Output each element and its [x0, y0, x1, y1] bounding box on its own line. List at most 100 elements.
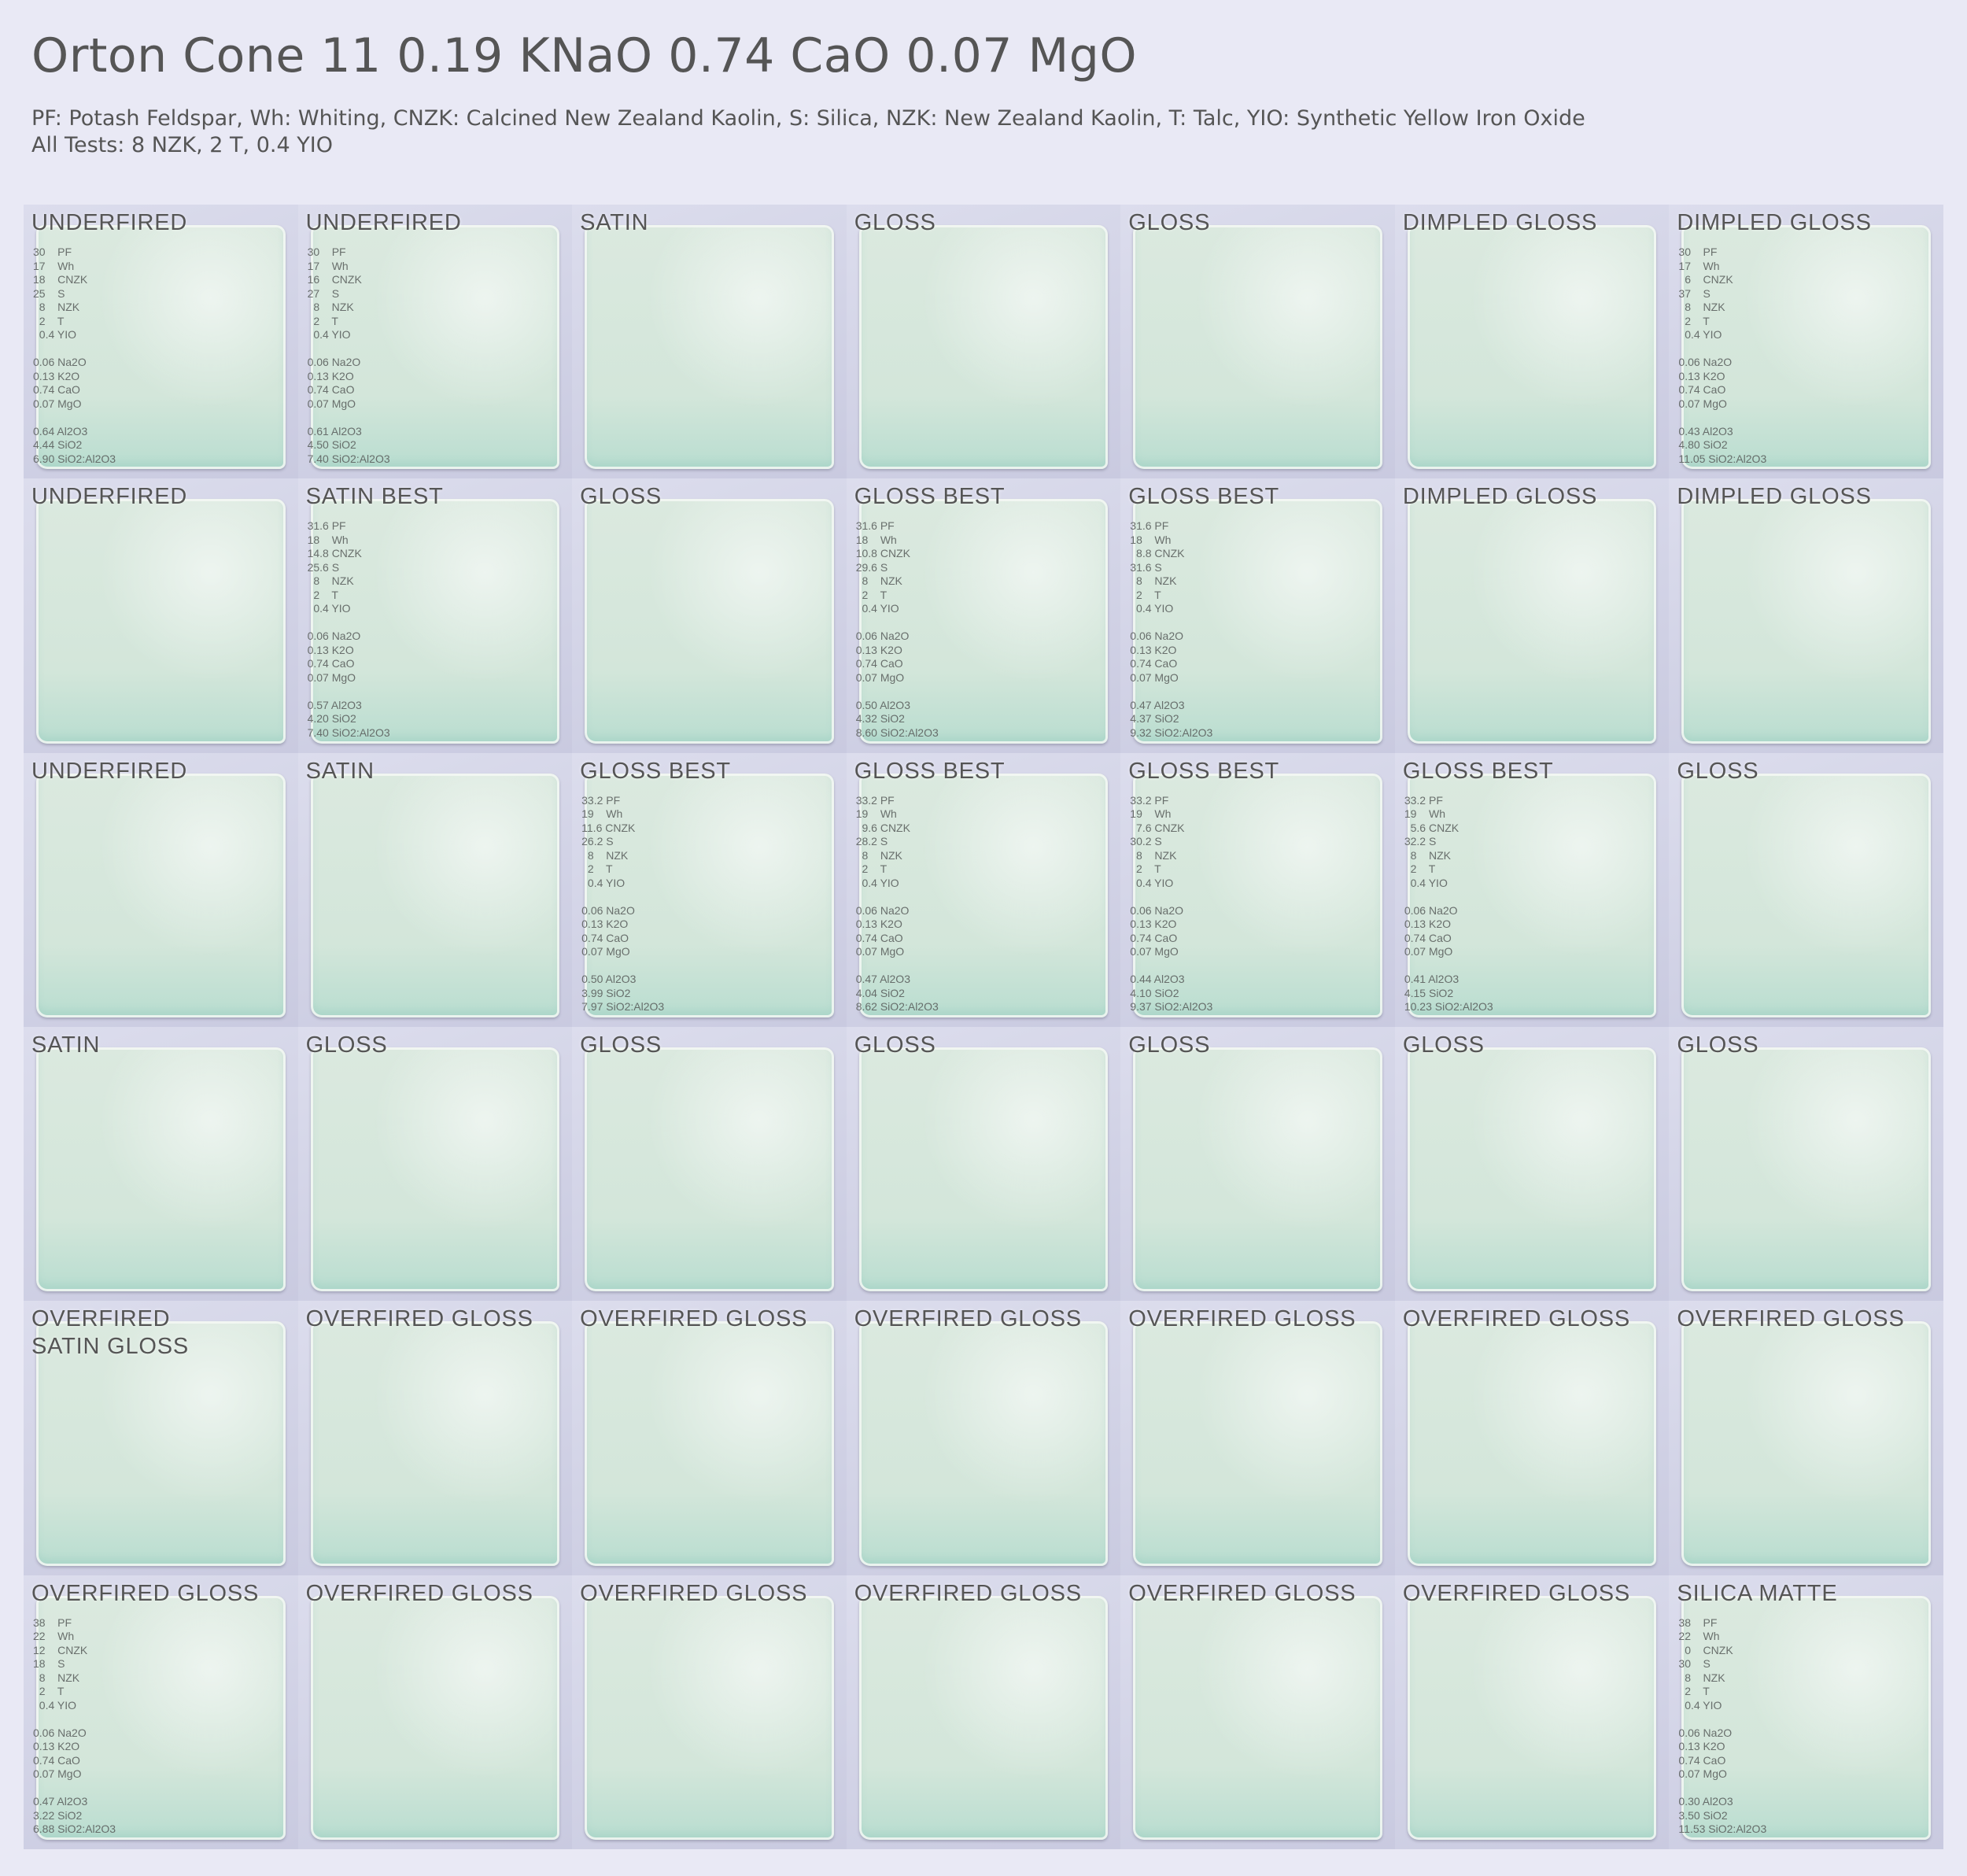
test-tile-cell: GLOSS BEST 33.2 PF 19 Wh 5.6 CNZK 32.2 S …: [1394, 752, 1670, 1027]
tile-result-label: OVERFIRED GLOSS: [1402, 1306, 1631, 1332]
glaze-tile-photo: [858, 225, 1109, 470]
tile-result-label: UNDERFIRED: [31, 210, 188, 235]
tile-result-label: DIMPLED GLOSS: [1677, 210, 1872, 235]
test-tile-cell: GLOSS: [1669, 1027, 1943, 1302]
tile-result-label: OVERFIRED GLOSS: [580, 1306, 808, 1332]
test-tile-cell: OVERFIRED GLOSS: [1669, 1301, 1943, 1575]
test-tile-cell: SATIN: [297, 752, 573, 1027]
glaze-tile-photo: [1681, 773, 1931, 1017]
glaze-tile-photo: [585, 1047, 834, 1292]
test-tile-cell: GLOSS BEST 33.2 PF 19 Wh 11.6 CNZK 26.2 S…: [572, 752, 847, 1027]
tile-result-label: UNDERFIRED: [31, 484, 188, 510]
tile-result-label: GLOSS: [854, 210, 936, 235]
tile-result-label: GLOSS: [1402, 1032, 1485, 1058]
test-tile-cell: OVERFIRED GLOSS 38 PF 22 Wh 12 CNZK 18 S …: [24, 1575, 298, 1849]
tile-result-label: DIMPLED GLOSS: [1402, 210, 1598, 235]
glaze-tile-photo: [1407, 225, 1657, 470]
glaze-tile-photo: [1133, 225, 1382, 470]
materials-legend: PF: Potash Feldspar, Wh: Whiting, CNZK: …: [31, 106, 1585, 131]
glaze-tile-photo: [585, 1321, 834, 1566]
tile-result-label: SATIN: [305, 758, 375, 784]
tile-result-label: OVERFIRED GLOSS: [1402, 1580, 1631, 1606]
glaze-tile-photo: [36, 499, 286, 744]
tile-recipe: 31.6 PF 18 Wh 10.8 CNZK 29.6 S 8 NZK 2 T…: [855, 519, 939, 739]
test-tile-cell: GLOSS: [846, 1027, 1121, 1302]
test-tile-cell: SATIN: [572, 205, 847, 479]
tile-result-label: OVERFIRED GLOSS: [854, 1306, 1082, 1332]
tile-result-label: GLOSS BEST: [854, 484, 1006, 510]
tile-result-label: GLOSS: [1128, 1032, 1211, 1058]
test-tile-cell: SATIN BEST 31.6 PF 18 Wh 14.8 CNZK 25.6 S…: [297, 478, 573, 753]
test-tile-cell: GLOSS: [846, 205, 1121, 479]
test-tile-cell: GLOSS: [572, 478, 847, 753]
glaze-tile-photo: [585, 499, 834, 744]
test-tile-cell: GLOSS: [1669, 752, 1943, 1027]
test-tile-cell: OVERFIRED GLOSS: [1120, 1575, 1395, 1849]
test-tile-cell: SILICA MATTE 38 PF 22 Wh 0 CNZK 30 S 8 NZ…: [1669, 1575, 1943, 1849]
test-tile-cell: OVERFIRED GLOSS: [572, 1301, 847, 1575]
glaze-tile-photo: [310, 1595, 560, 1840]
glaze-tile-photo: [310, 773, 560, 1017]
tile-result-label: OVERFIRED SATIN GLOSS: [31, 1306, 190, 1360]
tile-result-label: GLOSS: [580, 484, 662, 510]
test-tile-cell: GLOSS: [1394, 1027, 1670, 1302]
test-tile-cell: OVERFIRED GLOSS: [572, 1575, 847, 1849]
glaze-tile-photo: [1681, 1047, 1931, 1292]
tile-recipe: 33.2 PF 19 Wh 9.6 CNZK 28.2 S 8 NZK 2 T …: [855, 793, 939, 1014]
tile-recipe: 30 PF 17 Wh 16 CNZK 27 S 8 NZK 2 T 0.4 Y…: [307, 246, 390, 465]
tile-result-label: GLOSS BEST: [1128, 484, 1280, 510]
tile-result-label: OVERFIRED GLOSS: [1128, 1306, 1356, 1332]
tile-result-label: SATIN BEST: [305, 484, 444, 510]
test-tile-cell: SATIN: [24, 1027, 298, 1302]
tile-result-label: OVERFIRED GLOSS: [1128, 1580, 1356, 1606]
test-tile-cell: GLOSS: [1120, 205, 1395, 479]
tile-result-label: GLOSS BEST: [854, 758, 1006, 784]
glaze-tile-photo: [1133, 1047, 1382, 1292]
test-tile-cell: DIMPLED GLOSS: [1394, 205, 1670, 479]
test-tile-cell: OVERFIRED GLOSS: [1394, 1575, 1670, 1849]
tile-result-label: DIMPLED GLOSS: [1677, 484, 1872, 510]
tile-recipe: 30 PF 17 Wh 18 CNZK 25 S 8 NZK 2 T 0.4 Y…: [33, 246, 116, 465]
glaze-tile-photo: [1133, 1321, 1382, 1566]
tile-result-label: SATIN: [31, 1032, 101, 1058]
test-tile-cell: GLOSS BEST 31.6 PF 18 Wh 10.8 CNZK 29.6 S…: [846, 478, 1121, 753]
tile-grid: UNDERFIRED 30 PF 17 Wh 18 CNZK 25 S 8 NZK…: [24, 205, 1943, 1849]
glaze-tile-photo: [1133, 1595, 1382, 1840]
tile-result-label: GLOSS: [854, 1032, 936, 1058]
page-title: Orton Cone 11 0.19 KNaO 0.74 CaO 0.07 Mg…: [31, 28, 1138, 83]
test-tile-cell: UNDERFIRED 30 PF 17 Wh 16 CNZK 27 S 8 NZK…: [297, 205, 573, 479]
tile-recipe: 31.6 PF 18 Wh 14.8 CNZK 25.6 S 8 NZK 2 T…: [307, 519, 390, 739]
tile-result-label: GLOSS: [1128, 210, 1211, 235]
tile-result-label: GLOSS BEST: [1402, 758, 1554, 784]
tile-result-label: OVERFIRED GLOSS: [1677, 1306, 1905, 1332]
tile-recipe: 33.2 PF 19 Wh 11.6 CNZK 26.2 S 8 NZK 2 T…: [581, 793, 665, 1014]
test-tile-cell: GLOSS: [572, 1027, 847, 1302]
glaze-tile-photo: [1407, 1047, 1657, 1292]
test-tile-cell: DIMPLED GLOSS 30 PF 17 Wh 6 CNZK 37 S 8 N…: [1669, 205, 1943, 479]
tile-result-label: GLOSS BEST: [1128, 758, 1280, 784]
tile-result-label: GLOSS: [1677, 758, 1759, 784]
glaze-tile-photo: [310, 1047, 560, 1292]
glaze-tile-photo: [585, 225, 834, 470]
tile-result-label: OVERFIRED GLOSS: [305, 1306, 533, 1332]
tile-result-label: UNDERFIRED: [305, 210, 462, 235]
test-tile-cell: GLOSS BEST 33.2 PF 19 Wh 7.6 CNZK 30.2 S …: [1120, 752, 1395, 1027]
tile-result-label: OVERFIRED GLOSS: [580, 1580, 808, 1606]
glaze-tile-photo: [1407, 1321, 1657, 1566]
glaze-tile-photo: [1681, 499, 1931, 744]
test-tile-cell: UNDERFIRED 30 PF 17 Wh 18 CNZK 25 S 8 NZK…: [24, 205, 298, 479]
glaze-tile-photo: [1681, 1321, 1931, 1566]
tile-result-label: GLOSS BEST: [580, 758, 731, 784]
test-tile-cell: UNDERFIRED: [24, 752, 298, 1027]
test-tile-cell: OVERFIRED GLOSS: [297, 1301, 573, 1575]
tile-result-label: SATIN: [580, 210, 649, 235]
test-tile-cell: GLOSS BEST 33.2 PF 19 Wh 9.6 CNZK 28.2 S …: [846, 752, 1121, 1027]
test-tile-cell: DIMPLED GLOSS: [1669, 478, 1943, 753]
all-tests-note: All Tests: 8 NZK, 2 T, 0.4 YIO: [31, 133, 333, 157]
test-tile-cell: OVERFIRED GLOSS: [846, 1301, 1121, 1575]
glaze-tile-photo: [858, 1321, 1109, 1566]
tile-result-label: UNDERFIRED: [31, 758, 188, 784]
test-tile-cell: GLOSS BEST 31.6 PF 18 Wh 8.8 CNZK 31.6 S …: [1120, 478, 1395, 753]
glaze-tile-photo: [1407, 499, 1657, 744]
tile-recipe: 33.2 PF 19 Wh 5.6 CNZK 32.2 S 8 NZK 2 T …: [1404, 793, 1493, 1014]
